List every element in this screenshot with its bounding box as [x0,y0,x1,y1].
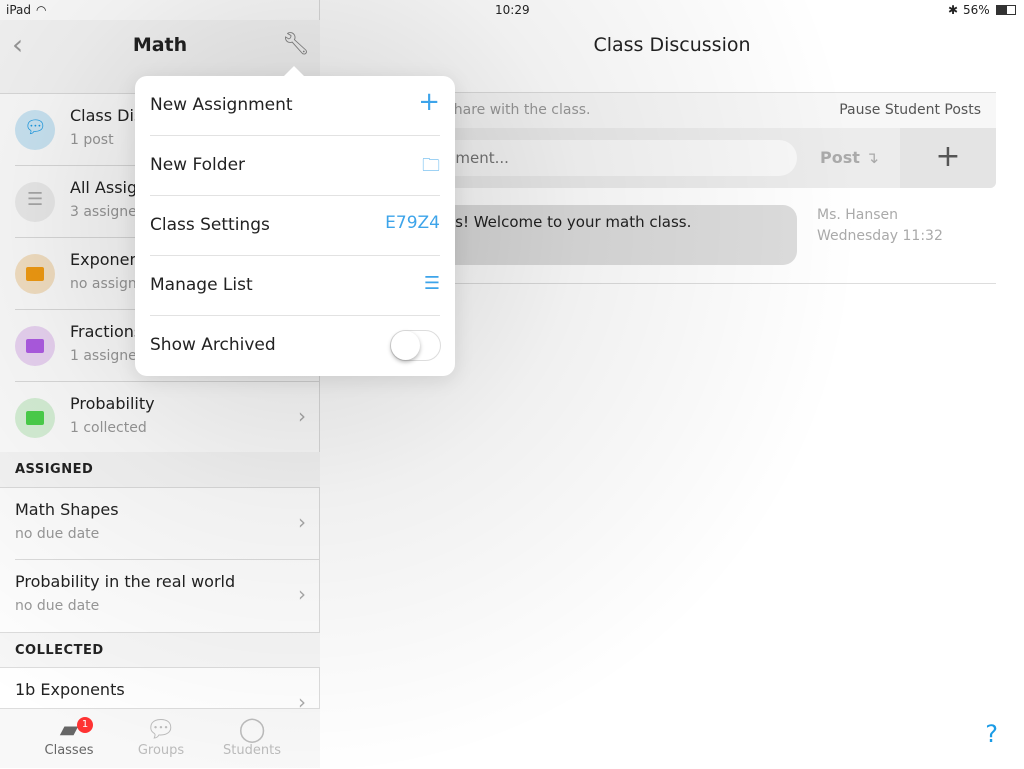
folders-icon: ▰ [59,715,79,743]
item-title: Math Shapes [15,500,119,519]
menu-label: New Folder [150,155,246,175]
tab-label: Groups [137,743,185,758]
status-bar: iPad ◠ 10:29 ✱ 56% [0,0,1024,20]
menu-label: Show Archived [150,335,276,355]
new-folder-icon: 🗀︎ [422,155,440,176]
message-author: Ms. Hansen [817,207,899,223]
menu-class-settings[interactable]: Class Settings E79Z4 [150,196,440,256]
wrench-icon[interactable]: 🔧︎ [282,32,310,57]
folder-icon [15,254,55,294]
sidebar-item-probability[interactable]: Probability 1 collected › [0,382,320,454]
page-title: Class Discussion [593,34,751,56]
menu-new-folder[interactable]: New Folder 🗀︎ [150,136,440,196]
class-code: E79Z4 [385,213,440,233]
message-time: Wednesday 11:32 [817,228,943,244]
menu-manage-list[interactable]: Manage List ☰ [150,256,440,316]
chevron-right-icon: › [298,510,306,534]
class-title: Math [132,34,188,56]
clock: 10:29 [495,3,530,17]
chat-bubbles-icon: 💬︎ [15,110,55,150]
tab-label: Classes [44,743,94,758]
chat-bubbles-icon: 💬︎ [145,715,177,743]
pause-student-posts-button[interactable]: Pause Student Posts [839,102,981,118]
chevron-right-icon: › [298,404,306,428]
section-collected: COLLECTED [0,632,320,668]
battery-icon [996,5,1016,15]
menu-show-archived: Show Archived [150,316,441,376]
menu-label: New Assignment [150,95,293,115]
post-button[interactable]: Post ↴ [820,148,879,167]
tab-label: Students [223,743,281,758]
section-assigned: ASSIGNED [0,452,320,488]
tab-groups[interactable]: 💬︎ Groups [121,709,201,769]
list-icon: ☰ [423,273,440,294]
plus-icon: + [418,87,440,117]
folder-icon [15,326,55,366]
device-label: iPad [6,3,32,17]
person-icon: ◯ [238,715,266,743]
item-title: 1b Exponents [15,680,125,699]
item-title: Probability in the real world [15,572,236,591]
tab-bar: ▰ 1 Classes 💬︎ Groups ◯ Students [0,708,320,768]
menu-label: Class Settings [150,215,270,235]
show-archived-toggle[interactable] [390,330,441,361]
item-title: Fractions [70,322,143,341]
add-attachment-button[interactable]: + [900,128,996,188]
item-sub: no due date [15,598,100,614]
post-label: Post [820,148,860,167]
settings-popover: New Assignment + New Folder 🗀︎ Class Setti… [135,66,455,376]
assignment-probability-real-world[interactable]: Probability in the real world no due date… [0,560,320,632]
badge: 1 [77,717,93,733]
menu-new-assignment[interactable]: New Assignment + [150,76,440,136]
bluetooth-icon: ✱ [948,3,959,17]
list-icon: ☰ [15,182,55,222]
wifi-icon: ◠ [36,3,47,17]
message-meta: Ms. Hansen Wednesday 11:32 [817,205,943,247]
menu-label: Manage List [150,275,253,295]
battery-percent: 56% [963,3,990,17]
item-title: Probability [70,394,155,413]
return-arrow-icon: ↴ [865,148,879,167]
folder-icon [15,398,55,438]
tab-students[interactable]: ◯ Students [212,709,292,769]
assignment-math-shapes[interactable]: Math Shapes no due date › [0,488,320,560]
chevron-right-icon: › [298,582,306,606]
help-button[interactable]: ? [985,720,998,748]
item-sub: 1 post [70,132,114,148]
item-sub: no due date [15,526,100,542]
tab-classes[interactable]: ▰ 1 Classes [29,709,109,769]
item-sub: 1 collected [70,420,147,436]
